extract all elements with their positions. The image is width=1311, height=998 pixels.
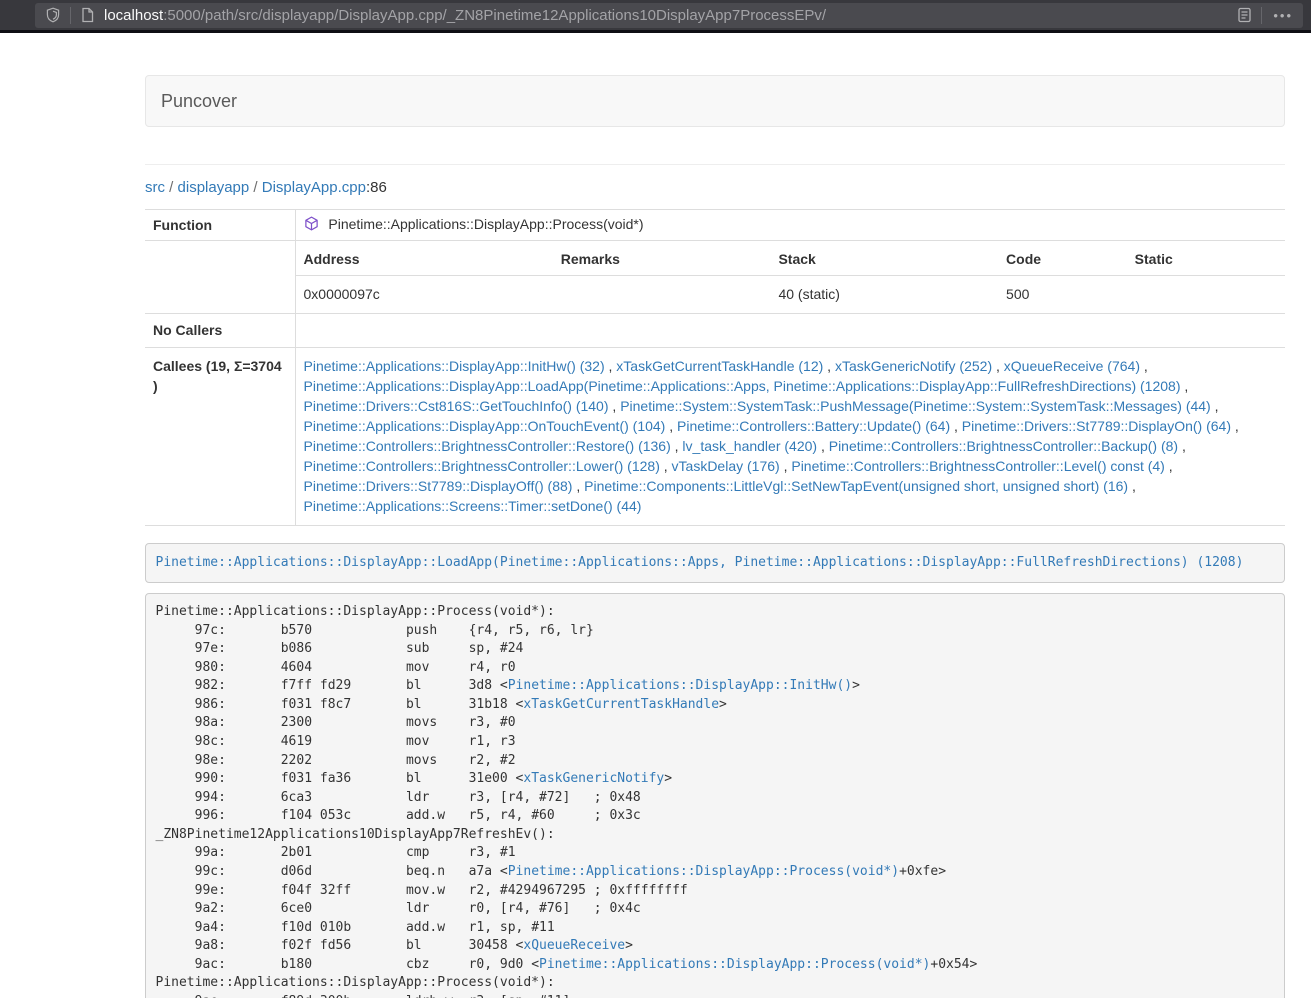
function-row-label: Function [145,210,295,241]
column-header-code: Code [998,241,1127,276]
callees-label: Callees (19, Σ=3704 ) [145,348,295,526]
page-actions-menu-icon[interactable]: ••• [1273,8,1293,23]
static-value [1127,276,1285,314]
symbol-link[interactable]: Pinetime::Applications::DisplayApp::Proc… [539,957,930,972]
callee-link[interactable]: Pinetime::Controllers::BrightnessControl… [829,438,1178,454]
column-header-remarks: Remarks [553,241,771,276]
function-name: Pinetime::Applications::DisplayApp::Proc… [328,216,643,232]
snippet-link[interactable]: Pinetime::Applications::DisplayApp::Load… [156,555,1244,570]
callee-link[interactable]: xTaskGetCurrentTaskHandle (12) [616,358,823,374]
symbol-link[interactable]: xTaskGenericNotify [523,771,664,786]
address-value: 0x0000097c [296,276,553,314]
callee-link[interactable]: xTaskGenericNotify (252) [835,358,992,374]
callee-link[interactable]: Pinetime::System::SystemTask::PushMessag… [620,398,1211,414]
url-bar-divider [1261,7,1262,24]
url-host: localhost [104,7,163,24]
highlighted-callee-snippet: Pinetime::Applications::DisplayApp::Load… [145,543,1285,583]
column-header-address: Address [296,241,553,276]
breadcrumb-link[interactable]: src [145,179,165,196]
callee-link[interactable]: Pinetime::Controllers::Battery::Update()… [677,418,950,434]
remarks-value [553,276,771,314]
breadcrumb-link[interactable]: DisplayApp.cpp [262,179,366,196]
reader-view-icon[interactable] [1237,7,1252,23]
callee-link[interactable]: Pinetime::Applications::Screens::Timer::… [304,498,642,514]
divider [145,164,1285,165]
page-icon[interactable] [80,7,95,23]
no-callers-label: No Callers [145,314,295,348]
stats-row: Address Remarks Stack Code Static 0x0000… [145,241,1285,314]
callees-row: Callees (19, Σ=3704 ) Pinetime::Applicat… [145,348,1285,526]
stats-data-row: 0x0000097c 40 (static) 500 [296,276,1286,314]
column-header-static: Static [1127,241,1285,276]
callee-link[interactable]: Pinetime::Drivers::Cst816S::GetTouchInfo… [304,398,609,414]
browser-toolbar: localhost:5000/path/src/displayapp/Displ… [0,0,1311,33]
column-header-stack: Stack [770,241,998,276]
breadcrumb-line-number: :86 [366,179,387,196]
navbar: Puncover [145,75,1285,127]
callee-link[interactable]: Pinetime::Applications::DisplayApp::OnTo… [304,418,666,434]
code-size-value: 500 [998,276,1127,314]
callee-link[interactable]: Pinetime::Controllers::BrightnessControl… [304,458,660,474]
breadcrumb-link[interactable]: displayapp [178,179,250,196]
url-bar-divider [70,7,71,24]
cube-icon [304,218,323,234]
breadcrumb: src / displayapp / DisplayApp.cpp:86 [145,178,1285,198]
symbol-link[interactable]: xQueueReceive [523,938,625,953]
callee-link[interactable]: Pinetime::Applications::DisplayApp::Load… [304,378,1181,394]
function-table: Function Pinetime::Applications::Display… [145,209,1285,526]
callee-link[interactable]: Pinetime::Controllers::BrightnessControl… [304,438,671,454]
callee-link[interactable]: Pinetime::Components::LittleVgl::SetNewT… [584,478,1128,494]
stats-table: Address Remarks Stack Code Static 0x0000… [296,241,1286,313]
stack-value: 40 (static) [770,276,998,314]
brand-link[interactable]: Puncover [146,91,252,112]
callee-link[interactable]: xQueueReceive (764) [1004,358,1140,374]
url-text[interactable]: localhost:5000/path/src/displayapp/Displ… [104,7,1237,24]
symbol-link[interactable]: Pinetime::Applications::DisplayApp::Init… [508,678,852,693]
callee-link[interactable]: Pinetime::Controllers::BrightnessControl… [791,458,1164,474]
callers-row: No Callers [145,314,1285,348]
callee-link[interactable]: Pinetime::Applications::DisplayApp::Init… [304,358,605,374]
tracking-protection-shield-icon[interactable] [45,7,61,23]
function-row: Function Pinetime::Applications::Display… [145,210,1285,241]
url-path: :5000/path/src/displayapp/DisplayApp.cpp… [163,7,826,24]
callee-link[interactable]: vTaskDelay (176) [672,458,780,474]
url-bar[interactable]: localhost:5000/path/src/displayapp/Displ… [35,3,1303,28]
symbol-link[interactable]: xTaskGetCurrentTaskHandle [523,697,719,712]
callee-link[interactable]: lv_task_handler (420) [682,438,817,454]
disassembly: Pinetime::Applications::DisplayApp::Proc… [145,593,1285,998]
callee-link[interactable]: Pinetime::Drivers::St7789::DisplayOn() (… [962,418,1231,434]
callee-link[interactable]: Pinetime::Drivers::St7789::DisplayOff() … [304,478,573,494]
callees-list: Pinetime::Applications::DisplayApp::Init… [295,348,1285,526]
symbol-link[interactable]: Pinetime::Applications::DisplayApp::Proc… [508,864,899,879]
